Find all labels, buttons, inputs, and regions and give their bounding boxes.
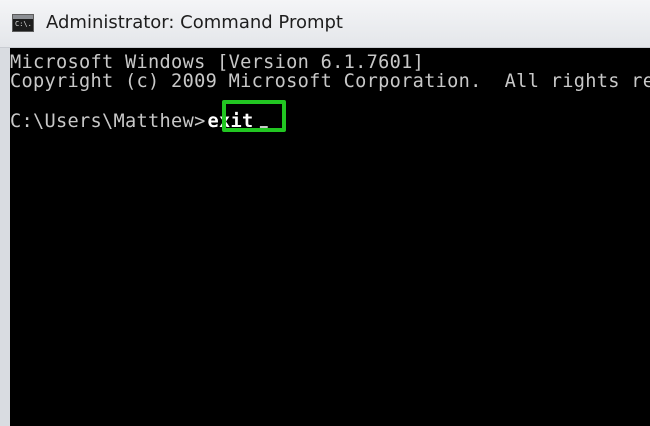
title-bar[interactable]: C:\. Administrator: Command Prompt — [0, 0, 650, 48]
window-title: Administrator: Command Prompt — [46, 12, 343, 33]
console-line-copyright: Copyright (c) 2009 Microsoft Corporation… — [10, 70, 650, 92]
command-highlight-box — [222, 100, 286, 132]
icon-prompt-text: C:\. — [15, 20, 32, 28]
console-prompt: C:\Users\Matthew> — [10, 110, 206, 132]
command-prompt-window: C:\. Administrator: Command Prompt Micro… — [0, 0, 650, 426]
console-area[interactable]: Microsoft Windows [Version 6.1.7601] Cop… — [10, 48, 650, 426]
icon-caption-bar — [13, 15, 33, 19]
command-prompt-icon[interactable]: C:\. — [12, 14, 34, 32]
